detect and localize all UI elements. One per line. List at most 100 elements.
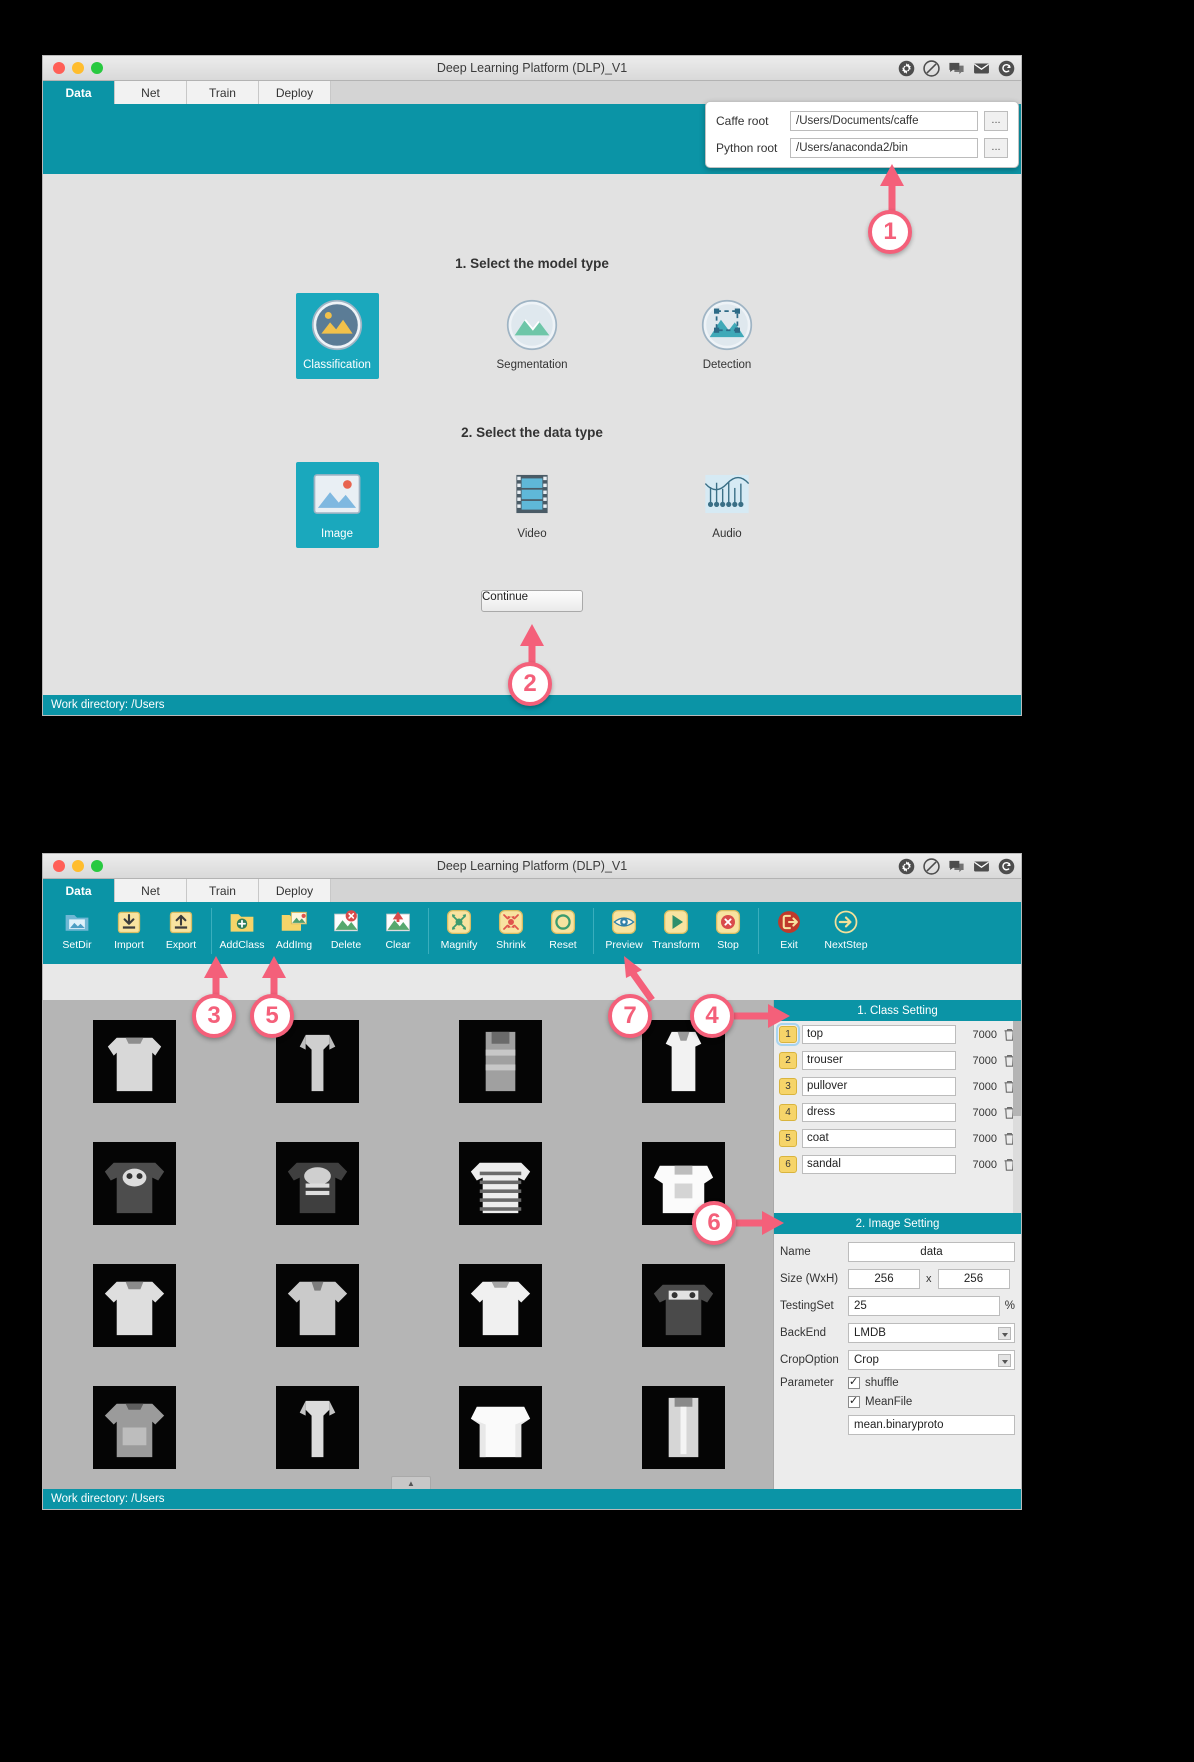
- thumbnail-image[interactable]: [459, 1019, 542, 1103]
- thumbnail-image[interactable]: [93, 1264, 176, 1348]
- tab-net[interactable]: Net: [115, 81, 187, 104]
- python-root-field[interactable]: /Users/anaconda2/bin: [790, 138, 978, 158]
- thumbnail-image[interactable]: [642, 1264, 725, 1348]
- minimize-button-2[interactable]: [72, 860, 84, 872]
- tab-train[interactable]: Train: [187, 81, 259, 104]
- no-entry-icon[interactable]: [923, 858, 940, 875]
- titlebar-icon-group-2: [898, 854, 1015, 879]
- python-root-row: Python root /Users/anaconda2/bin ...: [716, 138, 1008, 158]
- size-height-field[interactable]: 256: [937, 1269, 1010, 1289]
- meanfile-checkbox[interactable]: [848, 1394, 860, 1408]
- magnify-button[interactable]: Magnify: [433, 908, 485, 951]
- image-setting-parameter-row: Parameter shuffle: [780, 1375, 1015, 1389]
- close-button[interactable]: [53, 62, 65, 74]
- callout-arrow-4: [734, 1004, 790, 1028]
- caffe-root-field[interactable]: /Users/Documents/caffe: [790, 111, 978, 131]
- backend-select[interactable]: LMDB: [848, 1323, 1015, 1343]
- class-name-field[interactable]: dress: [802, 1103, 956, 1122]
- grid-collapse-button[interactable]: ▲: [391, 1476, 431, 1489]
- class-row-1[interactable]: 1 top 7000: [774, 1021, 1021, 1047]
- maximize-button[interactable]: [91, 62, 103, 74]
- class-row-6[interactable]: 6 sandal 7000: [774, 1151, 1021, 1177]
- thumbnail-image[interactable]: [459, 1264, 542, 1348]
- model-type-detection[interactable]: Detection: [686, 293, 769, 379]
- class-name-field[interactable]: sandal: [802, 1155, 956, 1174]
- thumbnail-image[interactable]: [276, 1386, 359, 1470]
- class-list-scrollbar-knob[interactable]: [1013, 1021, 1021, 1116]
- size-width-field[interactable]: 256: [848, 1269, 920, 1289]
- python-root-browse-button[interactable]: ...: [984, 138, 1008, 158]
- transform-button[interactable]: Transform: [650, 908, 702, 951]
- addclass-button[interactable]: AddClass: [216, 908, 268, 951]
- thumbnail-image[interactable]: [276, 1264, 359, 1348]
- shuffle-checkbox[interactable]: [848, 1375, 860, 1389]
- refresh-icon[interactable]: [998, 858, 1015, 875]
- addimg-button[interactable]: AddImg: [268, 908, 320, 951]
- setdir-button[interactable]: SetDir: [51, 908, 103, 951]
- tab-deploy-2[interactable]: Deploy: [259, 879, 331, 902]
- class-list: 1 top 7000 2 trouser 7000 3 pullover 700…: [774, 1021, 1021, 1213]
- nextstep-button[interactable]: NextStep: [815, 908, 877, 951]
- model-type-segmentation[interactable]: Segmentation: [491, 293, 574, 379]
- thumbnail-image[interactable]: [276, 1019, 359, 1103]
- tab-data-2[interactable]: Data: [43, 879, 115, 902]
- chat-icon[interactable]: [948, 858, 965, 875]
- class-list-scrollbar[interactable]: [1013, 1021, 1021, 1213]
- clear-button[interactable]: Clear: [372, 908, 424, 951]
- testingset-unit: %: [1004, 1300, 1015, 1312]
- chat-icon[interactable]: [948, 60, 965, 77]
- thumbnail-image[interactable]: [276, 1141, 359, 1225]
- class-row-5[interactable]: 5 coat 7000: [774, 1125, 1021, 1151]
- data-type-image[interactable]: Image: [295, 462, 379, 548]
- shrink-button[interactable]: Shrink: [485, 908, 537, 951]
- class-name-field[interactable]: pullover: [802, 1077, 956, 1096]
- data-type-audio[interactable]: Audio: [686, 462, 769, 548]
- thumbnail-image[interactable]: [459, 1141, 542, 1225]
- maximize-button-2[interactable]: [91, 860, 103, 872]
- minimize-button[interactable]: [72, 62, 84, 74]
- delete-button[interactable]: Delete: [320, 908, 372, 951]
- image-setting-name[interactable]: data: [848, 1242, 1015, 1262]
- refresh-icon[interactable]: [998, 60, 1015, 77]
- continue-button[interactable]: Continue: [481, 590, 583, 612]
- mail-icon[interactable]: [973, 858, 990, 875]
- cropoption-select[interactable]: Crop: [848, 1350, 1015, 1370]
- testingset-field[interactable]: 25: [848, 1296, 1000, 1316]
- thumbnail-image[interactable]: [93, 1386, 176, 1470]
- model-type-classification[interactable]: Classification: [295, 293, 379, 379]
- class-name-field[interactable]: coat: [802, 1129, 956, 1148]
- chevron-down-icon[interactable]: [998, 1327, 1011, 1340]
- class-row-4[interactable]: 4 dress 7000: [774, 1099, 1021, 1125]
- caffe-root-label: Caffe root: [716, 114, 769, 128]
- class-row-2[interactable]: 2 trouser 7000: [774, 1047, 1021, 1073]
- window-title: Deep Learning Platform (DLP)_V1: [436, 61, 628, 75]
- meanfile-field[interactable]: mean.binaryproto: [848, 1415, 1015, 1435]
- meanfile-checkbox-row[interactable]: MeanFile: [848, 1394, 912, 1408]
- caffe-root-browse-button[interactable]: ...: [984, 111, 1008, 131]
- class-name-field[interactable]: trouser: [802, 1051, 956, 1070]
- stop-button[interactable]: Stop: [702, 908, 754, 951]
- thumbnail-image[interactable]: [642, 1386, 725, 1470]
- reset-button[interactable]: Reset: [537, 908, 589, 951]
- tab-deploy[interactable]: Deploy: [259, 81, 331, 104]
- thumbnail-image[interactable]: [459, 1386, 542, 1470]
- class-name-field[interactable]: top: [802, 1025, 956, 1044]
- chevron-down-icon[interactable]: [998, 1354, 1011, 1367]
- exit-button[interactable]: Exit: [763, 908, 815, 951]
- tab-net-2[interactable]: Net: [115, 879, 187, 902]
- tab-data[interactable]: Data: [43, 81, 115, 104]
- data-type-video[interactable]: Video: [491, 462, 574, 548]
- shuffle-checkbox-row[interactable]: shuffle: [848, 1375, 899, 1389]
- gear-icon[interactable]: [898, 858, 915, 875]
- preview-button[interactable]: Preview: [598, 908, 650, 951]
- import-button[interactable]: Import: [103, 908, 155, 951]
- close-button-2[interactable]: [53, 860, 65, 872]
- export-button[interactable]: Export: [155, 908, 207, 951]
- thumbnail-image[interactable]: [93, 1019, 176, 1103]
- no-entry-icon[interactable]: [923, 60, 940, 77]
- thumbnail-image[interactable]: [93, 1141, 176, 1225]
- mail-icon[interactable]: [973, 60, 990, 77]
- class-row-3[interactable]: 3 pullover 7000: [774, 1073, 1021, 1099]
- gear-icon[interactable]: [898, 60, 915, 77]
- tab-train-2[interactable]: Train: [187, 879, 259, 902]
